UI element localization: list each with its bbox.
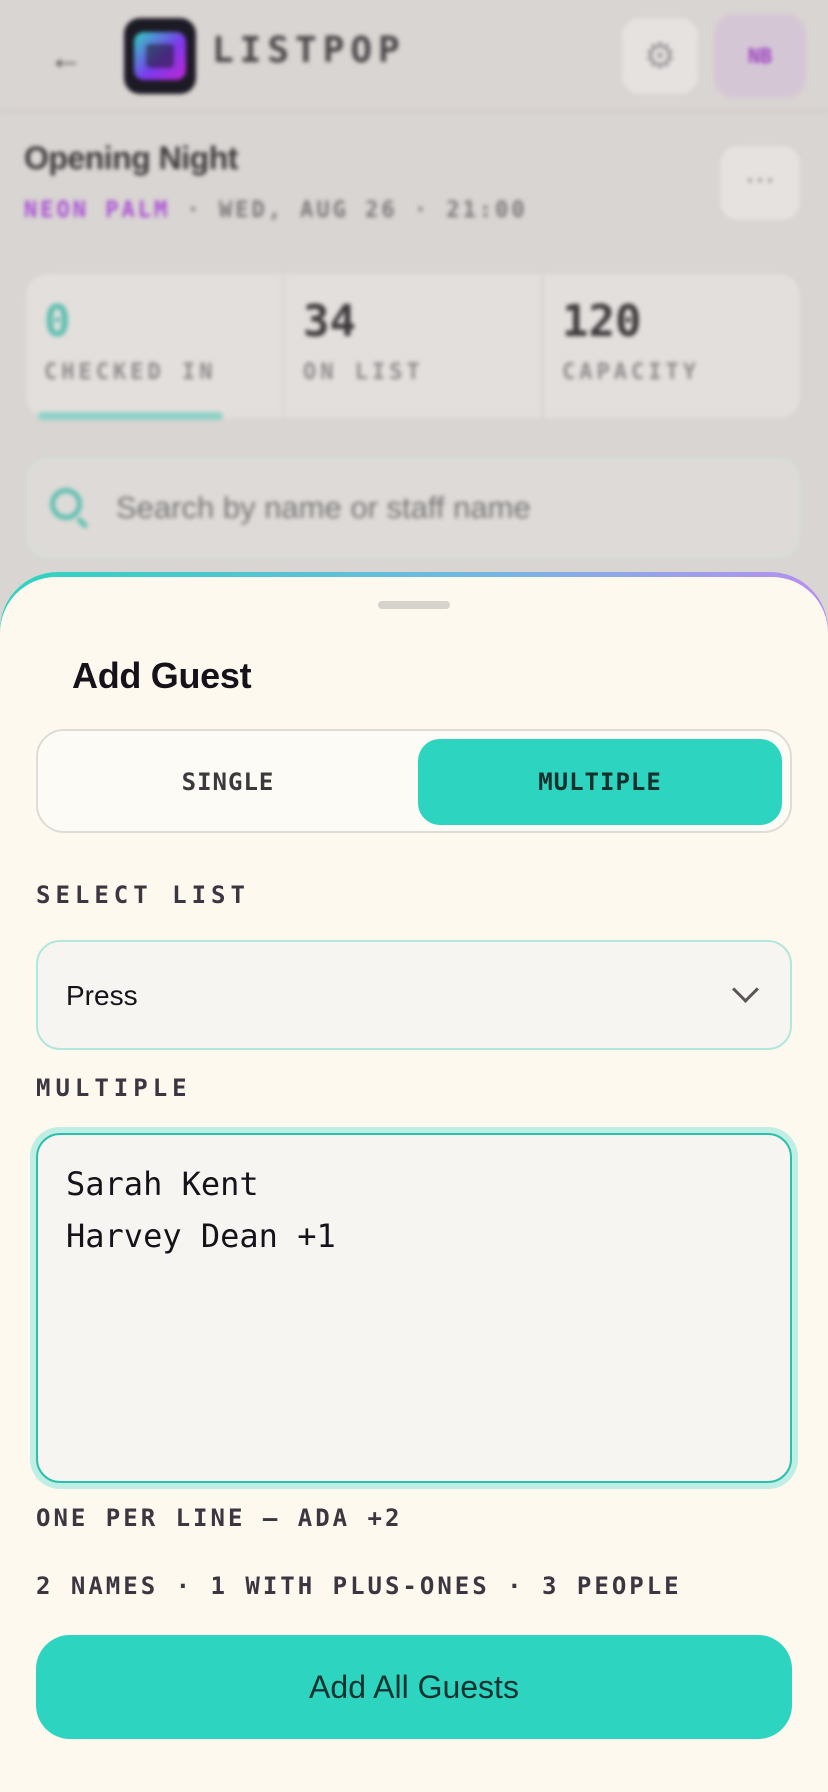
more-icon: ⋯ — [745, 164, 775, 197]
chevron-down-icon — [732, 980, 758, 1006]
add-all-guests-button[interactable]: Add All Guests — [36, 1635, 792, 1739]
avatar[interactable]: NB — [714, 14, 806, 98]
event-datetime: · WED, AUG 26 · 21:00 — [170, 198, 528, 223]
add-guest-sheet: Add Guest SINGLE MULTIPLE SELECT LIST Pr… — [0, 577, 828, 1792]
mode-multiple-button[interactable]: MULTIPLE — [418, 739, 782, 825]
event-meta: NEON PALM · WED, AUG 26 · 21:00 — [24, 198, 528, 223]
search-input[interactable] — [116, 490, 756, 526]
name-line: Sarah Kent — [66, 1165, 259, 1203]
stat-value: 120 — [562, 296, 642, 347]
back-button[interactable]: ← — [44, 36, 88, 80]
venue-name: NEON PALM — [24, 198, 171, 223]
multiple-label: MULTIPLE — [36, 1074, 192, 1102]
stat-checked-in: 0 CHECKED IN — [26, 274, 285, 418]
name-line: Harvey Dean +1 — [66, 1217, 336, 1255]
top-bar: ← LISTPOP ⚙ NB — [0, 0, 828, 112]
arrow-left-icon: ← — [49, 39, 83, 77]
names-textarea[interactable]: Sarah Kent Harvey Dean +1 — [36, 1133, 792, 1483]
mode-toggle: SINGLE MULTIPLE — [36, 729, 792, 833]
event-title: Opening Night — [24, 140, 238, 176]
app-logo — [124, 18, 196, 94]
guest-summary: 2 NAMES · 1 WITH PLUS-ONES · 3 PEOPLE — [36, 1572, 682, 1600]
search-bar[interactable] — [26, 458, 800, 558]
background-app: ← LISTPOP ⚙ NB Opening Night NEON PALM ·… — [0, 0, 828, 620]
mode-single-button[interactable]: SINGLE — [46, 739, 410, 825]
stat-label: ON LIST — [303, 360, 424, 385]
search-icon — [50, 488, 90, 529]
gear-icon: ⚙ — [643, 35, 677, 76]
stat-value: 0 — [44, 296, 71, 347]
checkin-progress — [38, 412, 778, 420]
select-list-label: SELECT LIST — [36, 881, 250, 909]
stat-on-list: 34 ON LIST — [285, 274, 544, 418]
brand-name: LISTPOP — [212, 30, 406, 71]
stat-label: CAPACITY — [562, 360, 700, 385]
stats-panel: 0 CHECKED IN 34 ON LIST 120 CAPACITY — [26, 274, 800, 418]
stat-capacity: 120 CAPACITY — [544, 274, 800, 418]
names-textarea-focus-ring: Sarah Kent Harvey Dean +1 — [30, 1127, 798, 1489]
sheet-grabber[interactable] — [378, 601, 450, 609]
checkin-progress-fill — [38, 412, 223, 420]
stat-value: 34 — [303, 296, 356, 347]
settings-button[interactable]: ⚙ — [622, 18, 698, 94]
input-hint: ONE PER LINE — ADA +2 — [36, 1504, 403, 1532]
sheet-title: Add Guest — [72, 655, 252, 696]
stat-label: CHECKED IN — [44, 360, 217, 385]
list-select-value: Press — [66, 980, 138, 1011]
list-select[interactable]: Press — [36, 940, 792, 1050]
more-options-button[interactable]: ⋯ — [720, 146, 800, 220]
